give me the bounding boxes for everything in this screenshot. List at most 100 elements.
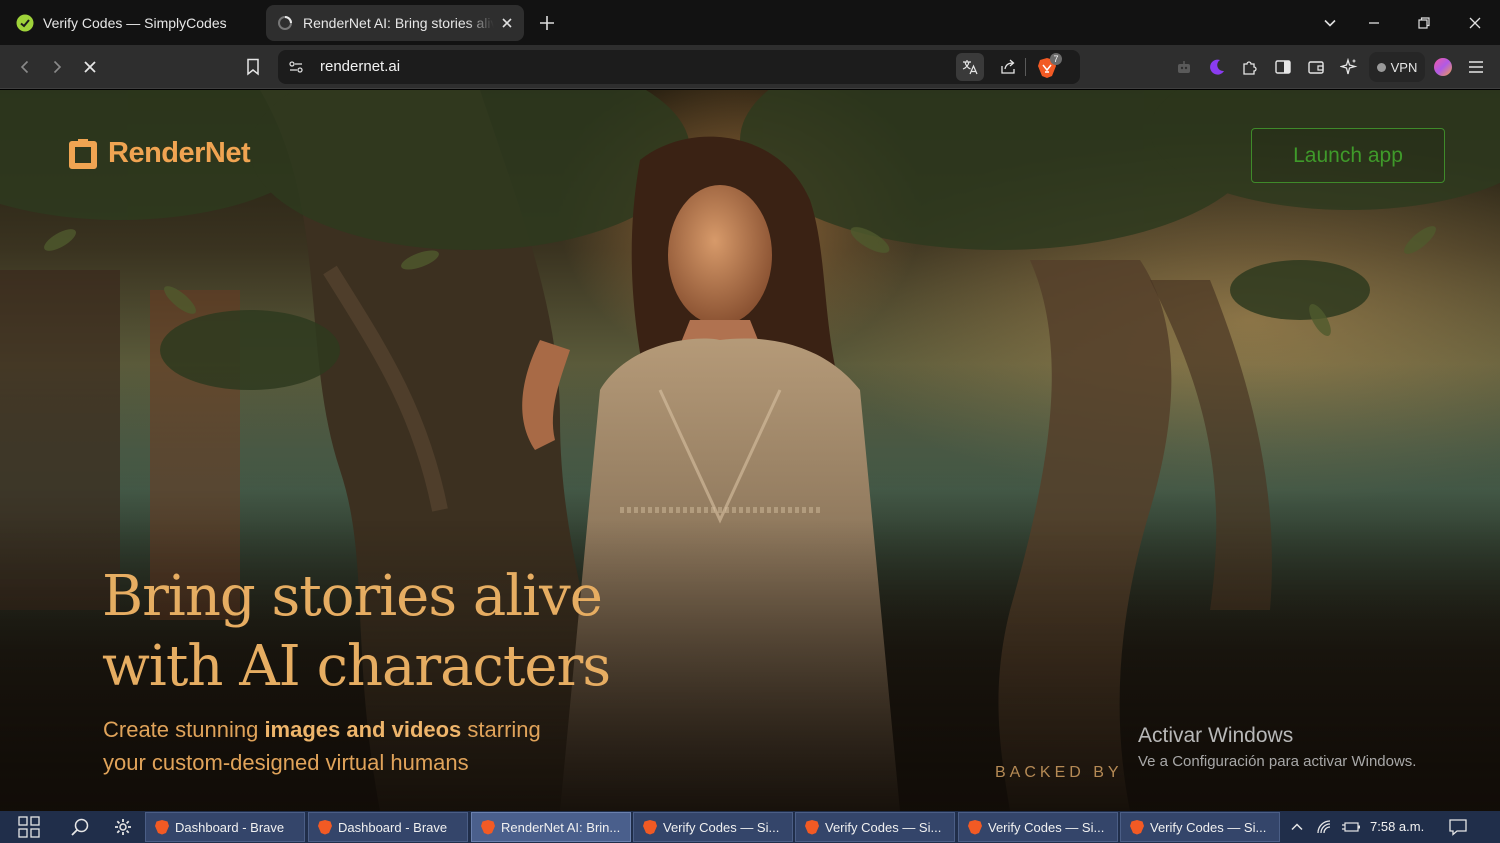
tab-title: RenderNet AI: Bring stories alive with A… <box>303 15 494 31</box>
network-button[interactable] <box>1313 811 1337 843</box>
windows-grid-icon <box>18 816 40 838</box>
subhead-line-2: your custom-designed virtual humans <box>103 750 469 775</box>
tab-verify-codes[interactable]: Verify Codes — SimplyCodes <box>6 5 256 41</box>
battery-charging-icon <box>1342 822 1360 832</box>
address-bar[interactable]: rendernet.ai 7 <box>278 50 1080 84</box>
notifications-button[interactable] <box>1444 811 1472 843</box>
share-button[interactable] <box>994 53 1022 81</box>
hamburger-menu-icon <box>1469 61 1483 73</box>
tab-strip: Verify Codes — SimplyCodes RenderNet AI:… <box>0 0 1500 45</box>
activate-windows-subtitle: Ve a Configuración para activar Windows. <box>1138 753 1417 770</box>
taskbar-item-verify-codes-3[interactable]: Verify Codes — Si... <box>958 812 1118 842</box>
settings-button[interactable] <box>108 811 138 843</box>
taskbar-item-verify-codes-4[interactable]: Verify Codes — Si... <box>1120 812 1280 842</box>
loading-spinner-icon <box>278 16 292 30</box>
tab-title: Verify Codes — SimplyCodes <box>43 15 227 31</box>
profile-avatar-icon <box>1434 58 1452 76</box>
sparkle-icon <box>1340 58 1358 75</box>
chevron-left-icon <box>20 60 29 74</box>
close-window-button[interactable] <box>1460 8 1490 38</box>
bookmark-icon <box>247 58 259 76</box>
battery-button[interactable] <box>1338 811 1364 843</box>
hero-subheading: Create stunning images and videos starri… <box>103 713 541 779</box>
page-content: RenderNet Launch app Bring stories alive… <box>0 90 1500 811</box>
close-tab-icon[interactable] <box>494 10 520 36</box>
search-button[interactable] <box>64 811 96 843</box>
stop-icon <box>84 61 96 73</box>
chevron-up-icon <box>1291 823 1303 831</box>
taskbar-item-label: Dashboard - Brave <box>175 819 285 835</box>
headline-line-1: Bring stories alive <box>102 564 603 629</box>
rendernet-logo-icon <box>69 139 97 169</box>
chevron-down-icon <box>1324 19 1336 27</box>
puzzle-icon <box>1243 61 1257 75</box>
brave-shields-button[interactable]: 7 <box>1034 52 1064 82</box>
forward-button[interactable] <box>43 53 71 81</box>
extension-button[interactable] <box>1170 53 1198 81</box>
stop-loading-button[interactable] <box>76 53 104 81</box>
translate-icon <box>962 60 978 75</box>
restore-button[interactable] <box>1409 8 1439 38</box>
sidebar-button[interactable] <box>1269 53 1297 81</box>
taskbar-item-dashboard-1[interactable]: Dashboard - Brave <box>145 812 305 842</box>
shields-count-badge: 7 <box>1050 53 1062 65</box>
taskbar-item-verify-codes-1[interactable]: Verify Codes — Si... <box>633 812 793 842</box>
url-text[interactable]: rendernet.ai <box>320 58 400 75</box>
taskbar-item-dashboard-2[interactable]: Dashboard - Brave <box>308 812 468 842</box>
translate-button[interactable] <box>956 53 984 81</box>
leo-ai-button[interactable] <box>1335 53 1363 81</box>
dark-mode-button[interactable] <box>1203 53 1231 81</box>
close-icon <box>1469 17 1481 29</box>
simplycodes-favicon-icon <box>16 14 34 32</box>
tab-search-button[interactable] <box>1315 8 1345 38</box>
minimize-button[interactable] <box>1359 8 1389 38</box>
taskbar-item-rendernet[interactable]: RenderNet AI: Brin... <box>471 812 631 842</box>
restore-icon <box>1418 17 1430 29</box>
subhead-line-1: Create stunning images and videos starri… <box>103 713 541 746</box>
windows-taskbar: Dashboard - Brave Dashboard - Brave Rend… <box>0 811 1500 843</box>
plus-icon <box>540 16 554 30</box>
browser-toolbar: rendernet.ai 7 VPN <box>0 45 1500 89</box>
activate-windows-title: Activar Windows <box>1138 724 1294 747</box>
profile-button[interactable] <box>1429 53 1457 81</box>
subhead-emphasis: images and videos <box>264 717 462 742</box>
wallet-icon <box>1308 61 1324 74</box>
taskbar-item-label: RenderNet AI: Brin... <box>501 819 621 835</box>
wifi-icon <box>1317 820 1331 834</box>
brave-icon <box>481 820 495 835</box>
new-tab-button[interactable] <box>535 11 559 35</box>
tab-rendernet[interactable]: RenderNet AI: Bring stories alive with A… <box>266 5 524 41</box>
brand-logo-text[interactable]: RenderNet <box>108 137 251 170</box>
vpn-status-dot-icon <box>1376 62 1386 72</box>
bookmark-button[interactable] <box>239 53 267 81</box>
vpn-label: VPN <box>1390 59 1418 75</box>
launch-app-button[interactable]: Launch app <box>1251 128 1445 183</box>
main-menu-button[interactable] <box>1462 53 1490 81</box>
share-icon <box>1001 59 1015 74</box>
taskbar-item-label: Verify Codes — Si... <box>988 819 1105 835</box>
sidebar-icon <box>1275 60 1291 74</box>
minimize-icon <box>1369 22 1379 24</box>
divider <box>1025 58 1026 76</box>
robot-icon <box>1178 61 1190 73</box>
brave-icon <box>1130 820 1144 835</box>
moon-icon <box>1210 59 1224 75</box>
start-button[interactable] <box>12 811 46 843</box>
taskbar-item-label: Dashboard - Brave <box>338 819 448 835</box>
extensions-button[interactable] <box>1236 53 1264 81</box>
vpn-button[interactable]: VPN <box>1369 52 1425 82</box>
show-hidden-icons-button[interactable] <box>1285 811 1309 843</box>
brave-icon <box>318 820 332 835</box>
brave-icon <box>643 820 657 835</box>
taskbar-item-label: Verify Codes — Si... <box>825 819 942 835</box>
back-button[interactable] <box>11 53 39 81</box>
search-icon <box>71 818 89 836</box>
taskbar-item-verify-codes-2[interactable]: Verify Codes — Si... <box>795 812 955 842</box>
gear-icon <box>115 819 131 835</box>
hero-headline: Bring stories alive with AI characters <box>102 562 611 702</box>
taskbar-clock[interactable]: 7:58 a.m. <box>1370 819 1424 834</box>
subhead-text: starring <box>461 717 541 742</box>
wallet-button[interactable] <box>1302 53 1330 81</box>
site-settings-icon[interactable] <box>288 59 304 75</box>
headline-line-2: with AI characters <box>102 634 611 699</box>
